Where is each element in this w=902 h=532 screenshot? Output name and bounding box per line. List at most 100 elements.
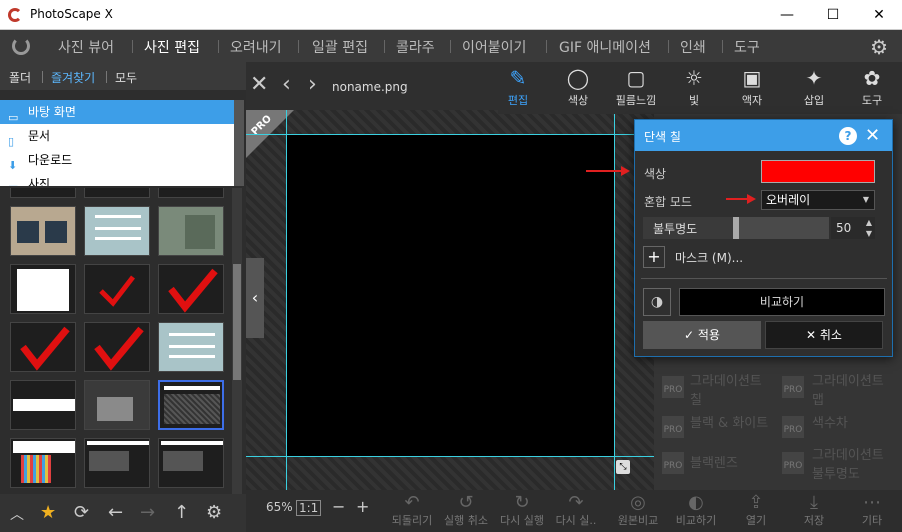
tool-edit[interactable]: ✎ 편집	[488, 66, 548, 108]
mask-label[interactable]: 마스크 (M)...	[675, 249, 743, 266]
tool-insert[interactable]: ✦ 삽입	[784, 66, 844, 108]
thumbnail[interactable]	[84, 438, 150, 488]
folder-item-desktop[interactable]: ▭ 바탕 화면	[0, 100, 234, 124]
tool-frame[interactable]: ▣ 액자	[722, 66, 782, 108]
filter-item-gradient-fill[interactable]: 그라데이션트 칠	[690, 370, 770, 408]
edited-image[interactable]	[286, 134, 614, 456]
thumbnail[interactable]	[10, 322, 76, 372]
zoom-level[interactable]: 65%	[266, 500, 293, 514]
cancel-label: 취소	[819, 328, 842, 342]
folder-item-pictures[interactable]: ▣ 사진	[0, 172, 234, 186]
filter-item-chromatic[interactable]: 색수차	[812, 412, 848, 431]
folder-item-documents[interactable]: ▯ 문서	[0, 124, 234, 148]
settings-gear-icon[interactable]: ⚙	[870, 35, 888, 59]
zoom-in-icon[interactable]: +	[356, 497, 369, 516]
collapse-left-panel-button[interactable]: ‹	[246, 258, 264, 338]
folder-item-downloads[interactable]: ⬇ 다운로드	[0, 148, 234, 172]
close-icon[interactable]: ✕	[865, 125, 880, 146]
revert-icon[interactable]: ↶	[382, 492, 442, 513]
thumbnail[interactable]	[84, 264, 150, 314]
thumbnail[interactable]	[158, 322, 224, 372]
scrollbar-thumb[interactable]	[233, 264, 241, 380]
more-icon[interactable]: ⋯	[842, 492, 902, 513]
thumbnail[interactable]	[84, 206, 150, 256]
zoom-out-icon[interactable]: −	[332, 497, 345, 516]
tools-icon: ✿	[863, 66, 881, 90]
annotation-arrow-blend	[726, 194, 756, 204]
home-icon[interactable]	[12, 37, 30, 55]
tool-tools[interactable]: ✿ 도구	[842, 66, 902, 108]
thumbnail[interactable]	[10, 438, 76, 488]
thumbnail[interactable]	[10, 380, 76, 430]
favorite-star-icon[interactable]: ★	[40, 502, 56, 523]
tool-film[interactable]: ▢ 필름느낌	[606, 66, 666, 108]
help-icon[interactable]: ?	[839, 127, 857, 145]
back-arrow-icon[interactable]: ←	[108, 502, 123, 523]
thumbnail[interactable]	[84, 188, 150, 198]
tab-favorites[interactable]: 즐겨찾기	[51, 69, 95, 86]
stepper-arrows-icon[interactable]: ▲ ▼	[866, 217, 872, 239]
thumbnail[interactable]	[84, 380, 150, 430]
compare-toggle-icon[interactable]: ◑	[643, 288, 671, 316]
settings-gear-icon[interactable]: ⚙	[206, 502, 222, 523]
blend-mode-select[interactable]: 오버레이 ▼	[761, 190, 875, 210]
opacity-stepper[interactable]: 50 ▲ ▼	[831, 217, 875, 239]
thumbnail[interactable]	[10, 188, 76, 198]
menu-batch[interactable]: 일괄 편집	[312, 37, 368, 57]
redo-all-label: 다시 실..	[555, 514, 597, 527]
minimize-button[interactable]: —	[764, 0, 810, 30]
thumbnail[interactable]	[158, 206, 224, 256]
actual-size-button[interactable]: 1:1	[296, 500, 322, 516]
thumbnail[interactable]	[10, 264, 76, 314]
menu-photo-viewer[interactable]: 사진 뷰어	[58, 37, 114, 57]
folder-scrollbar[interactable]	[234, 100, 244, 186]
menu-photo-editor[interactable]: 사진 편집	[144, 37, 200, 57]
collapse-up-icon[interactable]: ︿	[10, 504, 24, 524]
menu-combine[interactable]: 이어붙이기	[462, 37, 526, 57]
refresh-icon[interactable]: ⟳	[74, 502, 89, 523]
menu-gif[interactable]: GIF 애니메이션	[559, 37, 651, 57]
tab-folders[interactable]: 폴더	[9, 69, 31, 86]
cancel-button[interactable]: ✕ 취소	[765, 321, 883, 349]
compare-icon[interactable]: ◐	[666, 492, 726, 513]
save-icon[interactable]: ⤓	[784, 492, 844, 513]
up-arrow-icon[interactable]: ↑	[174, 502, 189, 523]
thumbnail-selected[interactable]	[158, 380, 224, 430]
menu-cut-out[interactable]: 오려내기	[230, 37, 282, 57]
close-image-icon[interactable]: ✕	[250, 72, 268, 97]
close-window-button[interactable]: ✕	[856, 0, 902, 30]
opacity-slider-handle[interactable]	[733, 217, 739, 239]
color-swatch[interactable]	[761, 160, 875, 183]
tool-light[interactable]: ☼ 빛	[664, 66, 724, 108]
compare-button[interactable]: 비교하기	[679, 288, 885, 316]
maximize-button[interactable]: ☐	[810, 0, 856, 30]
fit-resize-icon[interactable]: ⤡	[616, 460, 630, 474]
filter-item-black-white[interactable]: 블랙 & 화이트	[690, 412, 768, 431]
filter-item-gradient-opacity[interactable]: 그라데이션트 불투명도	[812, 444, 898, 482]
original-compare-icon[interactable]: ◎	[608, 492, 668, 513]
thumbnail-scrollbar[interactable]	[232, 188, 242, 494]
previous-image-icon[interactable]: ‹	[282, 72, 291, 97]
thumbnail[interactable]	[158, 188, 224, 198]
next-image-icon[interactable]: ›	[308, 72, 317, 97]
apply-button[interactable]: ✓ 적용	[643, 321, 761, 349]
thumbnail[interactable]	[10, 206, 76, 256]
thumbnail[interactable]	[158, 438, 224, 488]
menu-tools[interactable]: 도구	[734, 37, 760, 57]
tab-all[interactable]: 모두	[115, 69, 137, 86]
thumbnail[interactable]	[84, 322, 150, 372]
add-mask-button[interactable]: +	[643, 246, 665, 268]
thumbnail[interactable]	[158, 264, 224, 314]
frame-icon: ▣	[742, 66, 762, 90]
redo-all-icon[interactable]: ↷	[546, 492, 606, 513]
menu-collage[interactable]: 콜라주	[396, 37, 435, 57]
filter-item-gradient-map[interactable]: 그라데이션트 맵	[812, 370, 892, 408]
tool-color[interactable]: ◯ 색상	[548, 66, 608, 108]
redo-icon[interactable]: ↻	[492, 492, 552, 513]
opacity-slider[interactable]: 불투명도	[643, 217, 829, 239]
filter-item-black-lens[interactable]: 블랙렌즈	[690, 452, 738, 471]
undo-icon[interactable]: ↺	[436, 492, 496, 513]
forward-arrow-icon[interactable]: →	[140, 502, 155, 523]
open-icon[interactable]: ⇪	[726, 492, 786, 513]
menu-print[interactable]: 인쇄	[680, 37, 706, 57]
